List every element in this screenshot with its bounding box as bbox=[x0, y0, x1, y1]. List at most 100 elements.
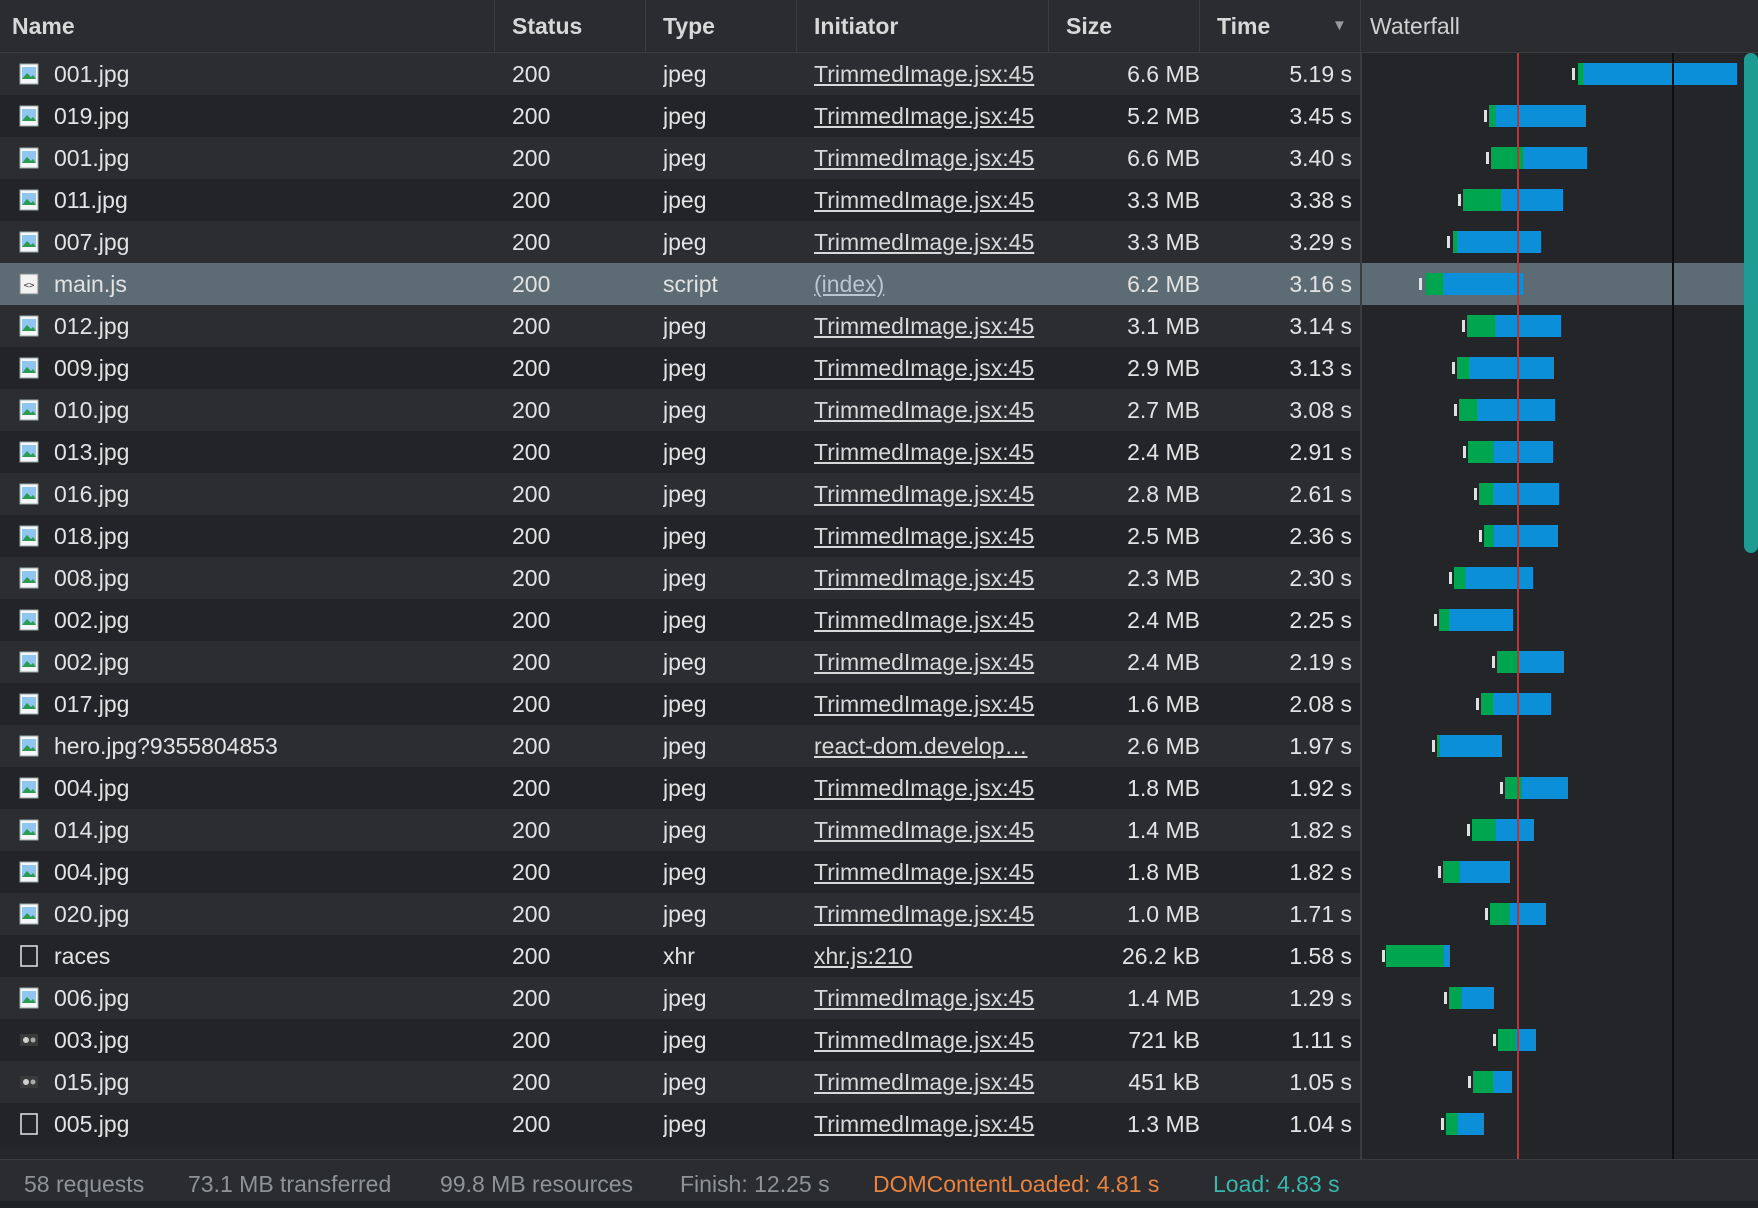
initiator-link[interactable]: TrimmedImage.jsx:45 bbox=[814, 809, 1054, 851]
column-divider[interactable] bbox=[1199, 0, 1200, 52]
initiator-link[interactable]: TrimmedImage.jsx:45 bbox=[814, 1103, 1054, 1145]
waterfall-row[interactable] bbox=[1362, 137, 1758, 179]
table-row[interactable]: 011.jpg 200 jpeg TrimmedImage.jsx:45 3.3 MB 3… bbox=[0, 179, 1360, 221]
table-row[interactable]: 008.jpg 200 jpeg TrimmedImage.jsx:45 2.3 MB 2… bbox=[0, 557, 1360, 599]
initiator-link[interactable]: TrimmedImage.jsx:45 bbox=[814, 977, 1054, 1019]
waterfall-row[interactable] bbox=[1362, 683, 1758, 725]
column-divider[interactable] bbox=[1360, 0, 1361, 52]
table-row[interactable]: 013.jpg 200 jpeg TrimmedImage.jsx:45 2.4 MB 2… bbox=[0, 431, 1360, 473]
initiator-link[interactable]: TrimmedImage.jsx:45 bbox=[814, 53, 1054, 95]
column-header-size[interactable]: Size bbox=[1066, 0, 1112, 52]
table-row[interactable]: 006.jpg 200 jpeg TrimmedImage.jsx:45 1.4 MB 1… bbox=[0, 977, 1360, 1019]
initiator-link[interactable]: TrimmedImage.jsx:45 bbox=[814, 137, 1054, 179]
column-header-initiator[interactable]: Initiator bbox=[814, 0, 898, 52]
initiator-link[interactable]: TrimmedImage.jsx:45 bbox=[814, 641, 1054, 683]
table-row[interactable]: 001.jpg 200 jpeg TrimmedImage.jsx:45 6.6 MB 5… bbox=[0, 53, 1360, 95]
initiator-link[interactable]: xhr.js:210 bbox=[814, 935, 1054, 977]
initiator-link[interactable]: TrimmedImage.jsx:45 bbox=[814, 305, 1054, 347]
table-row[interactable]: 015.jpg 200 jpeg TrimmedImage.jsx:45 451 kB 1… bbox=[0, 1061, 1360, 1103]
table-row[interactable]: races 200 xhr xhr.js:210 26.2 kB 1.58 s bbox=[0, 935, 1360, 977]
initiator-link[interactable]: TrimmedImage.jsx:45 bbox=[814, 599, 1054, 641]
initiator-link[interactable]: TrimmedImage.jsx:45 bbox=[814, 473, 1054, 515]
waterfall-row[interactable] bbox=[1362, 263, 1758, 305]
waterfall-row[interactable] bbox=[1362, 1103, 1758, 1145]
waterfall-row[interactable] bbox=[1362, 221, 1758, 263]
table-row[interactable]: 002.jpg 200 jpeg TrimmedImage.jsx:45 2.4 MB 2… bbox=[0, 641, 1360, 683]
initiator-link[interactable]: TrimmedImage.jsx:45 bbox=[814, 767, 1054, 809]
initiator-link[interactable]: TrimmedImage.jsx:45 bbox=[814, 893, 1054, 935]
column-divider[interactable] bbox=[494, 0, 495, 52]
waterfall-row[interactable] bbox=[1362, 1061, 1758, 1103]
table-row[interactable]: 016.jpg 200 jpeg TrimmedImage.jsx:45 2.8 MB 2… bbox=[0, 473, 1360, 515]
table-row[interactable]: <> main.js 200 script (index) 6.2 MB 3.16 s bbox=[0, 263, 1360, 305]
sort-descending-icon[interactable]: ▼ bbox=[1332, 0, 1347, 52]
request-name: 010.jpg bbox=[54, 397, 130, 423]
waterfall-row[interactable] bbox=[1362, 431, 1758, 473]
waterfall-row[interactable] bbox=[1362, 725, 1758, 767]
initiator-link[interactable]: TrimmedImage.jsx:45 bbox=[814, 557, 1054, 599]
initiator-link[interactable]: TrimmedImage.jsx:45 bbox=[814, 389, 1054, 431]
column-divider[interactable] bbox=[1048, 0, 1049, 52]
waterfall-row[interactable] bbox=[1362, 95, 1758, 137]
table-row[interactable]: 004.jpg 200 jpeg TrimmedImage.jsx:45 1.8 MB 1… bbox=[0, 767, 1360, 809]
table-row[interactable]: 001.jpg 200 jpeg TrimmedImage.jsx:45 6.6 MB 3… bbox=[0, 137, 1360, 179]
table-row[interactable]: 018.jpg 200 jpeg TrimmedImage.jsx:45 2.5 MB 2… bbox=[0, 515, 1360, 557]
initiator-link[interactable]: TrimmedImage.jsx:45 bbox=[814, 431, 1054, 473]
request-time: 3.14 s bbox=[1289, 313, 1352, 339]
initiator-link[interactable]: TrimmedImage.jsx:45 bbox=[814, 179, 1054, 221]
waterfall-row[interactable] bbox=[1362, 893, 1758, 935]
initiator-link[interactable]: TrimmedImage.jsx:45 bbox=[814, 1019, 1054, 1061]
waterfall-row[interactable] bbox=[1362, 389, 1758, 431]
request-type: jpeg bbox=[663, 145, 707, 171]
waterfall-row[interactable] bbox=[1362, 809, 1758, 851]
waterfall-row[interactable] bbox=[1362, 347, 1758, 389]
column-divider[interactable] bbox=[645, 0, 646, 52]
waterfall-row[interactable] bbox=[1362, 53, 1758, 95]
table-row[interactable]: 014.jpg 200 jpeg TrimmedImage.jsx:45 1.4 MB 1… bbox=[0, 809, 1360, 851]
initiator-link[interactable]: TrimmedImage.jsx:45 bbox=[814, 95, 1054, 137]
waterfall-row[interactable] bbox=[1362, 179, 1758, 221]
initiator-link[interactable]: TrimmedImage.jsx:45 bbox=[814, 851, 1054, 893]
initiator-link[interactable]: TrimmedImage.jsx:45 bbox=[814, 683, 1054, 725]
waterfall-row[interactable] bbox=[1362, 977, 1758, 1019]
waterfall-row[interactable] bbox=[1362, 599, 1758, 641]
column-header-waterfall[interactable]: Waterfall bbox=[1370, 0, 1460, 52]
waterfall-row[interactable] bbox=[1362, 305, 1758, 347]
request-name: 020.jpg bbox=[54, 901, 130, 927]
waterfall-row[interactable] bbox=[1362, 473, 1758, 515]
waterfall-row[interactable] bbox=[1362, 851, 1758, 893]
column-header-status[interactable]: Status bbox=[512, 0, 582, 52]
table-row[interactable]: 007.jpg 200 jpeg TrimmedImage.jsx:45 3.3 MB 3… bbox=[0, 221, 1360, 263]
table-row[interactable]: hero.jpg?9355804853 200 jpeg react-dom.deve… bbox=[0, 725, 1360, 767]
table-row[interactable]: 012.jpg 200 jpeg TrimmedImage.jsx:45 3.1 MB 3… bbox=[0, 305, 1360, 347]
table-row[interactable]: 017.jpg 200 jpeg TrimmedImage.jsx:45 1.6 MB 2… bbox=[0, 683, 1360, 725]
initiator-link[interactable]: (index) bbox=[814, 263, 1054, 305]
waterfall-queue-mark bbox=[1572, 68, 1575, 80]
initiator-link[interactable]: TrimmedImage.jsx:45 bbox=[814, 221, 1054, 263]
table-row[interactable]: 010.jpg 200 jpeg TrimmedImage.jsx:45 2.7 MB 3… bbox=[0, 389, 1360, 431]
waterfall-row[interactable] bbox=[1362, 1019, 1758, 1061]
waterfall-row[interactable] bbox=[1362, 515, 1758, 557]
table-row[interactable]: 003.jpg 200 jpeg TrimmedImage.jsx:45 721 kB 1… bbox=[0, 1019, 1360, 1061]
column-divider[interactable] bbox=[796, 0, 797, 52]
initiator-link[interactable]: TrimmedImage.jsx:45 bbox=[814, 347, 1054, 389]
waterfall-row[interactable] bbox=[1362, 935, 1758, 977]
column-header-type[interactable]: Type bbox=[663, 0, 715, 52]
waterfall-row[interactable] bbox=[1362, 557, 1758, 599]
initiator-link[interactable]: react-dom.develop… bbox=[814, 725, 1054, 767]
column-header-time[interactable]: Time bbox=[1217, 0, 1270, 52]
initiator-link[interactable]: TrimmedImage.jsx:45 bbox=[814, 515, 1054, 557]
waterfall-row[interactable] bbox=[1362, 641, 1758, 683]
column-header-name[interactable]: Name bbox=[12, 0, 75, 52]
initiator-link[interactable]: TrimmedImage.jsx:45 bbox=[814, 1061, 1054, 1103]
scrollbar-thumb[interactable] bbox=[1744, 53, 1758, 553]
request-size: 2.4 MB bbox=[1127, 649, 1200, 675]
table-row[interactable]: 005.jpg 200 jpeg TrimmedImage.jsx:45 1.3 MB 1… bbox=[0, 1103, 1360, 1145]
table-row[interactable]: 020.jpg 200 jpeg TrimmedImage.jsx:45 1.0 MB 1… bbox=[0, 893, 1360, 935]
table-row[interactable]: 004.jpg 200 jpeg TrimmedImage.jsx:45 1.8 MB 1… bbox=[0, 851, 1360, 893]
waterfall-row[interactable] bbox=[1362, 767, 1758, 809]
table-row[interactable]: 009.jpg 200 jpeg TrimmedImage.jsx:45 2.9 MB 3… bbox=[0, 347, 1360, 389]
image-icon bbox=[18, 63, 40, 85]
table-row[interactable]: 019.jpg 200 jpeg TrimmedImage.jsx:45 5.2 MB 3… bbox=[0, 95, 1360, 137]
table-row[interactable]: 002.jpg 200 jpeg TrimmedImage.jsx:45 2.4 MB 2… bbox=[0, 599, 1360, 641]
